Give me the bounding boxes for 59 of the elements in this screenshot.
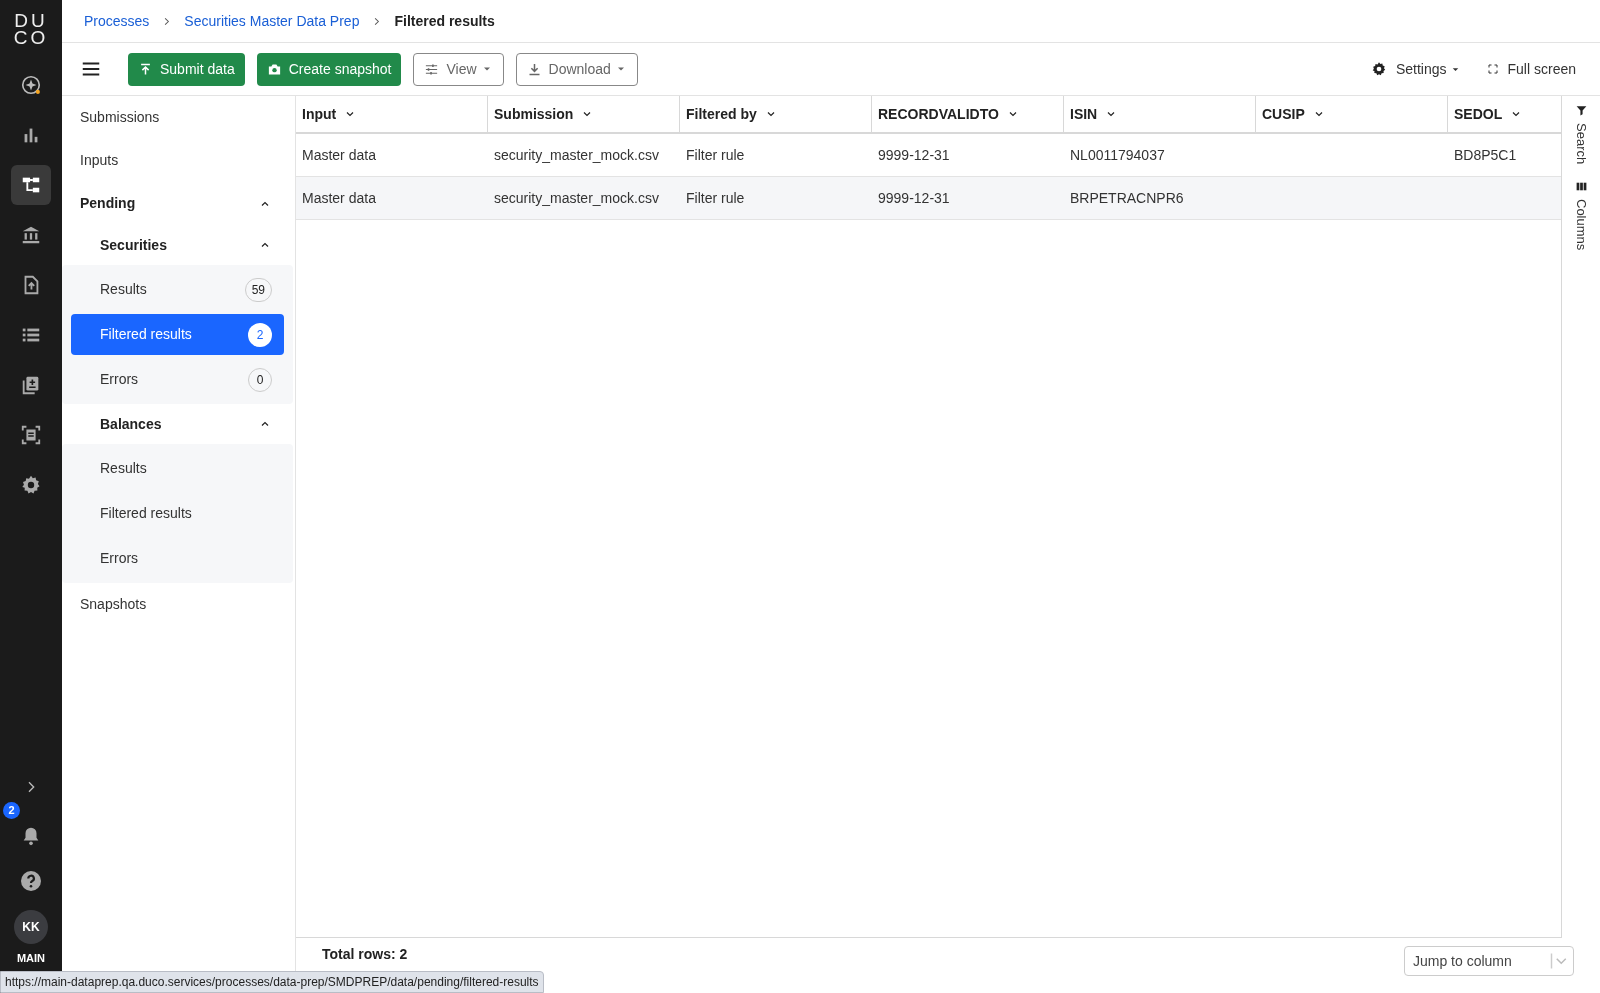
total-rows-label: Total rows: 2 (322, 945, 408, 964)
sidebar-item[interactable]: Results (71, 448, 284, 489)
sidebar-item[interactable]: Filtered results 2 (71, 314, 284, 355)
table-cell-text: Filter rule (685, 188, 746, 208)
download-dropdown[interactable]: Download (515, 52, 638, 86)
sidebar-item[interactable]: Inputs (62, 139, 293, 182)
table-cell-text: BRPETRACNPR6 (1069, 188, 1185, 208)
logo: DU CO (13, 12, 49, 46)
table-cell-text: NL0011794037 (1069, 145, 1166, 165)
table-cell-text: security_master_mock.csv (493, 145, 660, 165)
environment-label: MAIN (16, 952, 46, 965)
breadcrumb-link[interactable]: Processes (84, 10, 150, 32)
sparkle-icon (20, 74, 42, 96)
column-header[interactable]: ISIN (1064, 96, 1256, 132)
bank-icon (20, 224, 42, 246)
sidebar-item[interactable]: Snapshots (62, 583, 293, 626)
full-screen-button[interactable]: Full screen (1486, 58, 1576, 80)
column-header[interactable]: CUSIP (1256, 96, 1448, 132)
side-panel-tab[interactable]: Search (1571, 104, 1591, 165)
sidebar-item[interactable]: Results 59 (71, 269, 284, 310)
table-cell-text: security_master_mock.csv (493, 188, 660, 208)
view-dropdown[interactable]: View (413, 52, 504, 86)
side-panel-tab[interactable]: Columns (1571, 180, 1591, 251)
sidebar-item[interactable]: Errors (71, 538, 284, 579)
breadcrumb-link[interactable]: Securities Master Data Prep (184, 10, 360, 32)
breadcrumb-current: Filtered results (394, 11, 495, 31)
user-avatar[interactable]: KK (14, 910, 48, 944)
help-icon (19, 869, 43, 893)
create-snapshot-button[interactable]: Create snapshot (256, 52, 402, 86)
table-cell-text: Filter rule (685, 145, 746, 165)
expand-icon (1486, 63, 1499, 75)
column-header[interactable]: Submission (488, 96, 680, 132)
settings-icon (20, 474, 42, 496)
settings-dropdown[interactable]: Settings (1370, 58, 1461, 80)
jump-to-column-field[interactable]: Jump to column (1404, 945, 1574, 976)
table-cell-text: 9999-12-31 (877, 145, 951, 165)
status-url: https://main-dataprep.qa.duco.services/processes/data-prep/SMDPREP/data/pending/filtered-results (0, 971, 544, 993)
column-header[interactable]: RECORDVALIDTO (872, 96, 1064, 132)
upload-icon (138, 61, 153, 77)
settings-icon (1370, 61, 1387, 77)
notification-badge: 2 (3, 802, 20, 819)
table-cell-text: Master data (301, 188, 377, 208)
count-badge: 2 (248, 322, 272, 347)
sidebar-item[interactable]: Submissions (62, 96, 293, 139)
table-cell-text: BD8P5C1 (1453, 145, 1518, 165)
nav-rail-button[interactable] (11, 165, 51, 205)
submit-data-button[interactable]: Submit data (128, 52, 245, 86)
sidebar-item[interactable]: Filtered results (71, 493, 284, 534)
column-header[interactable]: Filtered by (680, 96, 872, 132)
column-header[interactable]: Input (296, 96, 488, 132)
sidebar-group[interactable]: Securities (62, 225, 293, 265)
filter-icon (1574, 104, 1588, 117)
sidebar-section[interactable]: Pending (62, 182, 293, 225)
table-cell-text: 9999-12-31 (877, 188, 951, 208)
scan-document-icon (20, 424, 42, 446)
sidebar-group[interactable]: Balances (62, 404, 293, 444)
chevron-down-icon (1550, 951, 1568, 970)
sidebar-item[interactable]: Errors 0 (71, 359, 284, 400)
table-cell-text: Master data (301, 145, 377, 165)
